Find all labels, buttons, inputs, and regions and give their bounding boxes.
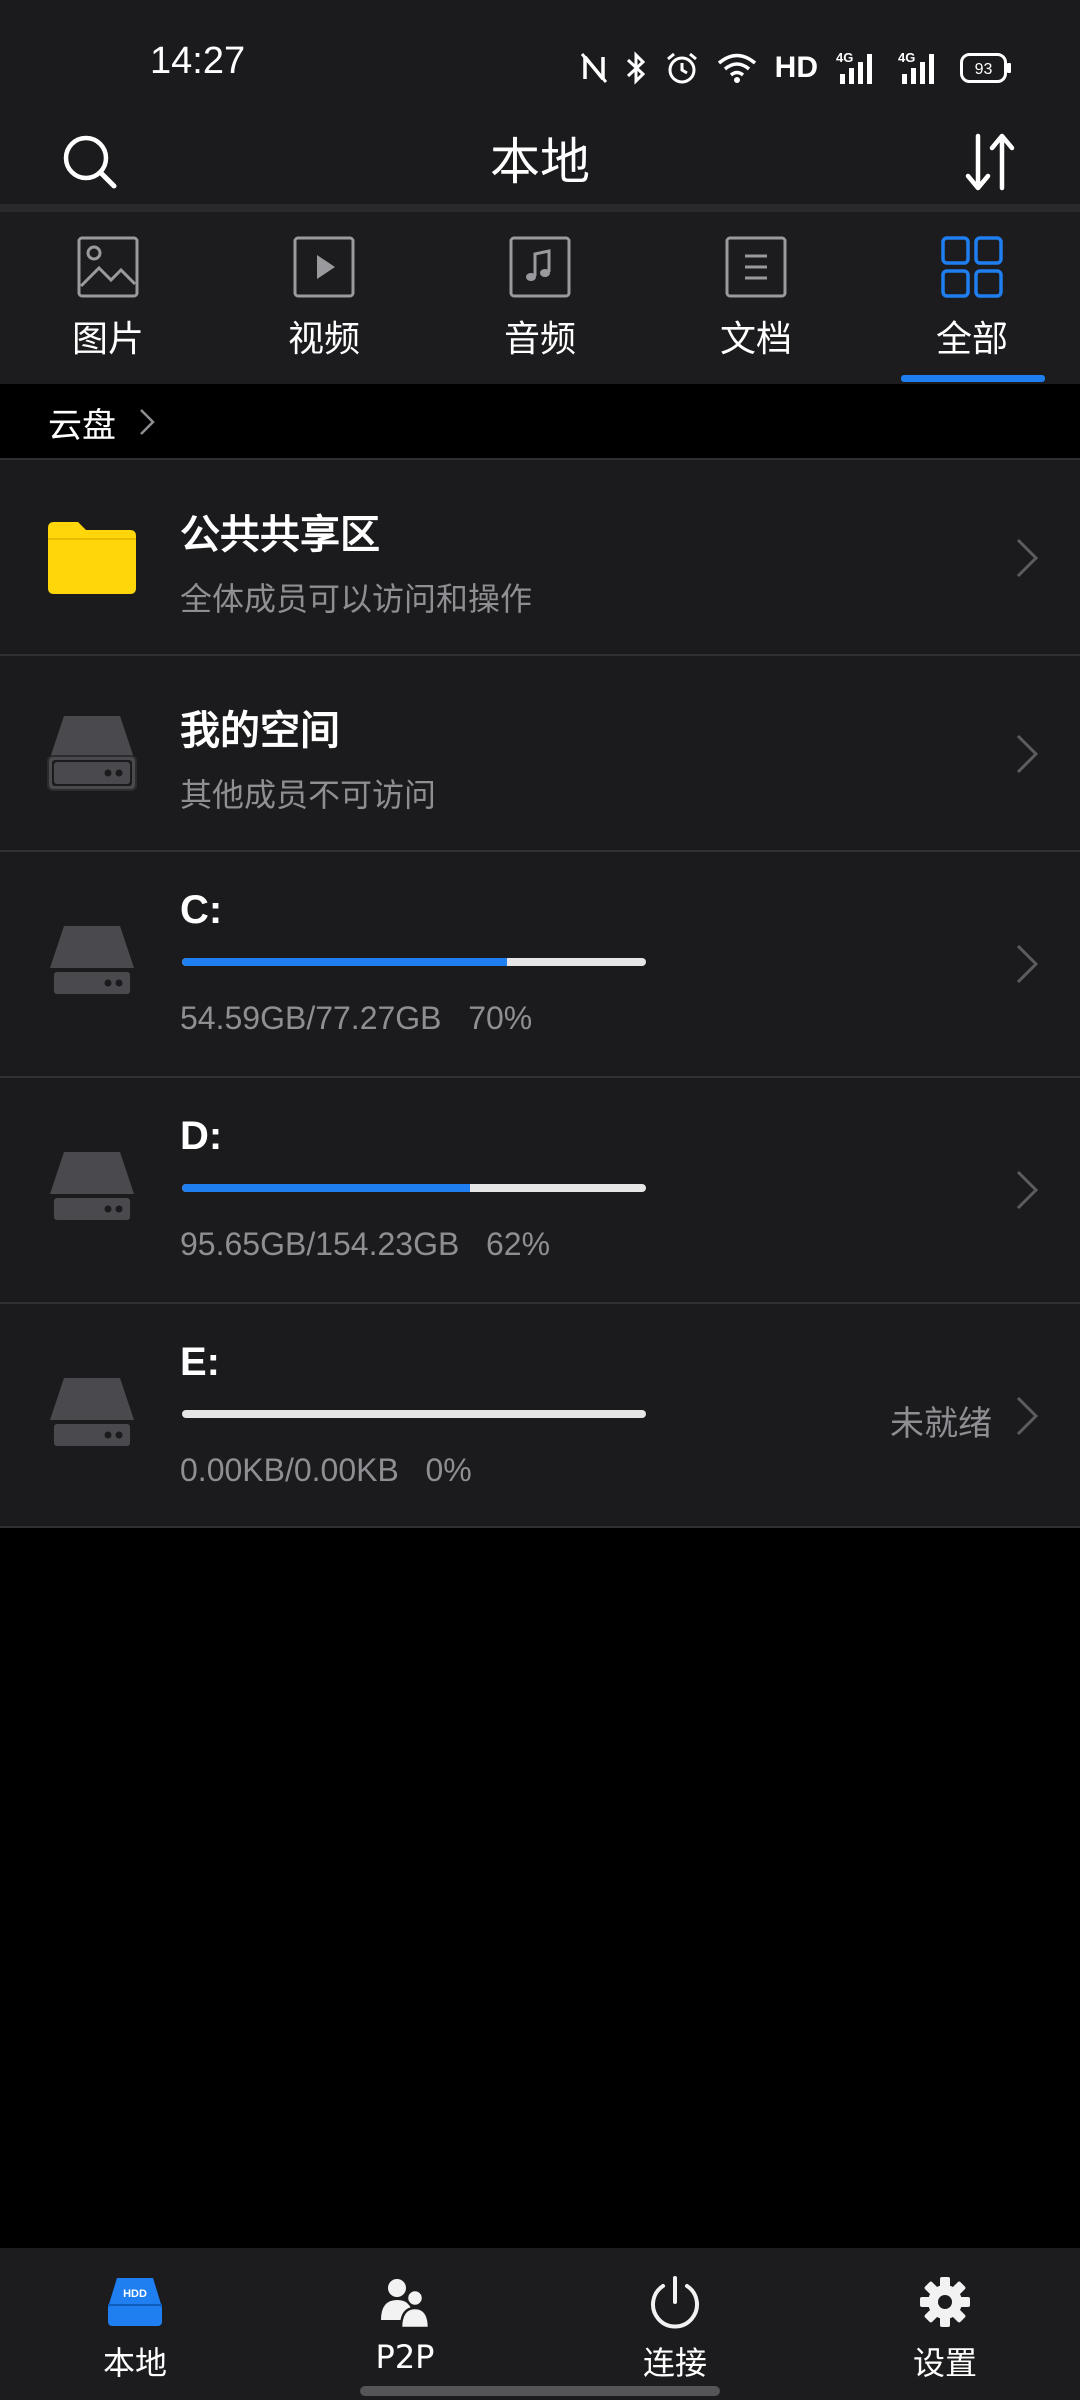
tab-label: 音频 — [503, 319, 576, 360]
hdd-icon: HDD — [108, 2278, 162, 2326]
screen: 14:27 HD 4G 4G 93 本地 图片 视频 音频 文档 全部 云盘 公… — [0, 0, 1080, 2400]
breadcrumb[interactable]: 云盘 — [0, 384, 1080, 460]
users-icon — [381, 2279, 431, 2330]
item-title: 我的空间 — [180, 708, 340, 754]
usage-bar — [182, 1184, 646, 1192]
chevron-right-icon — [1016, 944, 1039, 984]
hard-drive-icon — [50, 926, 134, 996]
wifi-icon — [717, 53, 756, 83]
svg-text:4G: 4G — [898, 50, 915, 65]
item-subtitle: 全体成员可以访问和操作 — [180, 580, 533, 618]
chevron-right-icon — [140, 409, 155, 435]
audio-icon — [509, 236, 571, 298]
breadcrumb-label: 云盘 — [48, 405, 116, 446]
document-icon — [725, 236, 787, 298]
svg-text:4G: 4G — [836, 50, 853, 65]
drive-name: C: — [180, 888, 223, 932]
tab-label: 文档 — [719, 319, 792, 360]
signal-4g-icon: 4G — [836, 50, 872, 84]
nav-connect[interactable]: 连接 — [540, 2248, 810, 2400]
chevron-right-icon — [1016, 1396, 1039, 1436]
drive-usage: 0.00KB/0.00KB 0% — [180, 1452, 472, 1488]
sort-icon[interactable] — [960, 130, 1020, 194]
page-title: 本地 — [490, 133, 590, 191]
power-icon — [651, 2276, 699, 2329]
list-item-my-space[interactable]: 我的空间 其他成员不可访问 — [0, 654, 1080, 850]
drive-usage: 95.65GB/154.23GB 62% — [180, 1226, 551, 1262]
drive-name: D: — [180, 1114, 223, 1158]
category-tabs: 图片 视频 音频 文档 全部 — [0, 204, 1080, 384]
tab-all[interactable]: 全部 — [864, 212, 1080, 384]
hard-drive-icon — [50, 1152, 134, 1222]
gear-icon — [920, 2277, 970, 2327]
home-indicator[interactable] — [360, 2386, 720, 2396]
status-bar: 14:27 HD 4G 4G 93 — [0, 0, 1080, 120]
nav-label: 连接 — [642, 2344, 707, 2382]
tab-audio[interactable]: 音频 — [432, 212, 648, 384]
tab-label: 图片 — [71, 319, 144, 360]
nav-p2p[interactable]: P2P — [270, 2248, 540, 2400]
nav-label: 本地 — [102, 2344, 167, 2382]
status-time: 14:27 — [150, 40, 246, 82]
chevron-right-icon — [1016, 734, 1039, 774]
hard-drive-icon — [50, 1378, 134, 1448]
nav-settings[interactable]: 设置 — [810, 2248, 1080, 2400]
alarm-icon — [666, 52, 697, 84]
svg-text:HDD: HDD — [123, 2288, 147, 2300]
list-item-drive-d[interactable]: D: 95.65GB/154.23GB 62% — [0, 1076, 1080, 1302]
drive-name: E: — [180, 1340, 220, 1384]
drive-status: 未就绪 — [890, 1404, 992, 1444]
storage-list: 公共共享区 全体成员可以访问和操作 我的空间 其他成员不可访问 C: 54.59… — [0, 458, 1080, 1528]
item-title: 公共共享区 — [180, 512, 380, 558]
chevron-right-icon — [1016, 1170, 1039, 1210]
header: 本地 — [0, 120, 1080, 204]
tab-label: 全部 — [935, 319, 1008, 360]
usage-bar-fill — [182, 958, 507, 966]
usage-bar — [182, 958, 646, 966]
battery-icon: 93 — [960, 53, 1011, 83]
list-item-drive-c[interactable]: C: 54.59GB/77.27GB 70% — [0, 850, 1080, 1076]
item-subtitle: 其他成员不可访问 — [180, 776, 437, 814]
nav-local[interactable]: HDD 本地 — [0, 2248, 270, 2400]
tab-label: 视频 — [287, 319, 360, 360]
hard-drive-icon — [47, 716, 137, 791]
battery-level: 93 — [975, 61, 993, 78]
bluetooth-icon — [626, 51, 645, 85]
nav-label: P2P — [375, 2338, 435, 2376]
tab-videos[interactable]: 视频 — [216, 212, 432, 384]
tab-documents[interactable]: 文档 — [648, 212, 864, 384]
video-icon — [293, 236, 355, 298]
nfc-icon — [580, 53, 607, 83]
active-tab-indicator — [901, 375, 1045, 382]
signal-4g-icon: 4G — [898, 50, 934, 84]
usage-bar — [182, 1410, 646, 1418]
chevron-right-icon — [1016, 538, 1039, 578]
usage-bar-fill — [182, 1184, 470, 1192]
list-item-public-share[interactable]: 公共共享区 全体成员可以访问和操作 — [0, 458, 1080, 654]
status-icons: HD 4G 4G 93 — [580, 48, 1012, 88]
nav-label: 设置 — [912, 2344, 977, 2382]
grid-icon — [941, 236, 1003, 298]
drive-usage: 54.59GB/77.27GB 70% — [180, 1000, 533, 1036]
folder-icon — [48, 522, 136, 594]
tab-images[interactable]: 图片 — [0, 212, 216, 384]
hd-label: HD — [774, 51, 818, 84]
image-icon — [77, 236, 139, 298]
list-item-drive-e[interactable]: E: 0.00KB/0.00KB 0% 未就绪 — [0, 1302, 1080, 1528]
bottom-nav: HDD 本地 P2P 连接 设置 — [0, 2248, 1080, 2400]
